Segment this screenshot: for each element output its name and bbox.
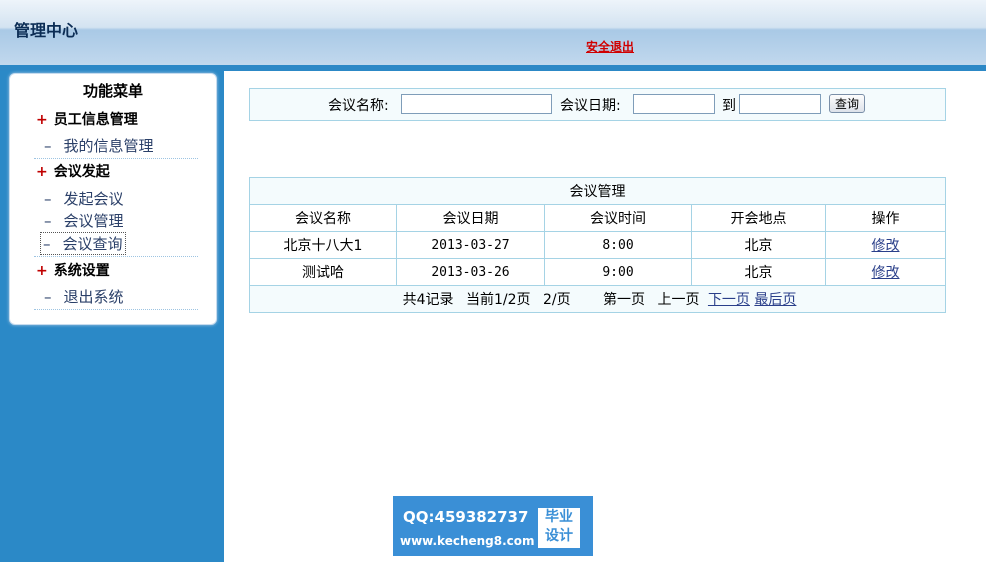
menu-group-label: 员工信息管理 (53, 112, 138, 128)
menu-divider (34, 309, 198, 310)
dash-icon: – (44, 212, 52, 230)
header-bar: 管理中心 安全退出 (0, 0, 986, 65)
column-header: 操作 (825, 204, 946, 232)
pager: 共4记录 当前1/2页 2/页 第一页 上一页 下一页 最后页 (249, 285, 946, 313)
table-caption: 会议管理 (249, 177, 946, 205)
prev-page-text: 上一页 (657, 292, 700, 308)
meeting-date-cell: 2013-03-27 (396, 231, 545, 259)
menu-item-meeting-manage[interactable]: – 会议管理 (44, 210, 124, 231)
meeting-table: 会议管理 会议名称 会议日期 会议时间 开会地点 操作 北京十八大1 2013-… (249, 177, 946, 313)
pager-row: 共4记录 当前1/2页 2/页 第一页 上一页 下一页 最后页 (249, 285, 946, 313)
plus-icon: + (36, 263, 48, 279)
watermark-qq: QQ:459382737 (403, 508, 529, 526)
menu-item-label: 会议管理 (63, 212, 124, 230)
search-bar: 会议名称: 会议日期: 到 查询 (249, 88, 946, 121)
query-button[interactable]: 查询 (829, 94, 865, 113)
last-page-link[interactable]: 最后页 (754, 292, 796, 308)
menu-item-label: 会议查询 (62, 235, 123, 253)
watermark-banner: QQ:459382737 www.kecheng8.com 毕业 设计 (393, 496, 593, 556)
page-size: 2/页 (542, 292, 571, 308)
menu-group-label: 系统设置 (53, 263, 110, 279)
action-cell: 修改 (825, 231, 946, 259)
meeting-date-cell: 2013-03-26 (396, 258, 545, 286)
watermark-seal: 毕业 设计 (538, 508, 580, 548)
edit-link[interactable]: 修改 (872, 265, 900, 281)
dash-icon: – (44, 190, 52, 208)
meeting-place-cell: 北京 (691, 258, 826, 286)
column-header: 会议时间 (544, 204, 692, 232)
first-page-text: 第一页 (603, 292, 646, 308)
meeting-name-cell: 测试哈 (249, 258, 397, 286)
app-title: 管理中心 (14, 21, 79, 40)
table-header-row: 会议名称 会议日期 会议时间 开会地点 操作 (249, 204, 946, 232)
date-to-label: 到 (722, 98, 736, 114)
menu-item-exit-system[interactable]: – 退出系统 (44, 286, 124, 307)
menu-group-employee-info[interactable]: + 员工信息管理 (36, 109, 138, 129)
menu-title: 功能菜单 (82, 82, 143, 100)
menu-item-my-info[interactable]: – 我的信息管理 (44, 135, 154, 156)
menu-group-meeting[interactable]: + 会议发起 (36, 161, 110, 181)
total-records: 共4记录 (402, 292, 454, 308)
table-row: 北京十八大1 2013-03-27 8:00 北京 修改 (249, 231, 946, 259)
menu-group-label: 会议发起 (53, 164, 110, 180)
plus-icon: + (36, 164, 48, 180)
column-header: 开会地点 (691, 204, 826, 232)
menu-item-meeting-query[interactable]: – 会议查询 (40, 232, 126, 255)
seal-line: 毕业 (545, 509, 573, 525)
date-from-input[interactable] (633, 94, 715, 114)
plus-icon: + (36, 112, 48, 128)
meeting-date-label: 会议日期: (560, 98, 621, 114)
menu-divider (34, 158, 198, 159)
dash-icon: – (44, 288, 52, 306)
dash-icon: – (44, 137, 52, 155)
action-cell: 修改 (825, 258, 946, 286)
meeting-name-label: 会议名称: (328, 98, 389, 114)
dash-icon: – (43, 235, 51, 253)
menu-group-system[interactable]: + 系统设置 (36, 260, 110, 280)
menu-item-start-meeting[interactable]: – 发起会议 (44, 188, 124, 209)
watermark-url: www.kecheng8.com (400, 534, 535, 548)
function-menu: 功能菜单 + 员工信息管理 – 我的信息管理 + 会议发起 – 发起会议 – 会议管理 –… (9, 73, 217, 325)
logout-link[interactable]: 安全退出 (586, 38, 634, 55)
column-header: 会议名称 (249, 204, 397, 232)
table-row: 测试哈 2013-03-26 9:00 北京 修改 (249, 258, 946, 286)
meeting-place-cell: 北京 (691, 231, 826, 259)
column-header: 会议日期 (396, 204, 545, 232)
sidebar: 功能菜单 + 员工信息管理 – 我的信息管理 + 会议发起 – 发起会议 – 会议管理 –… (0, 71, 224, 562)
meeting-name-cell: 北京十八大1 (249, 231, 397, 259)
menu-item-label: 发起会议 (63, 190, 124, 208)
edit-link[interactable]: 修改 (872, 238, 900, 254)
menu-item-label: 退出系统 (63, 288, 124, 306)
seal-line: 设计 (545, 528, 573, 544)
table-caption-row: 会议管理 (249, 177, 946, 205)
menu-divider (34, 256, 198, 257)
current-page: 当前1/2页 (465, 292, 531, 308)
next-page-link[interactable]: 下一页 (708, 292, 750, 308)
meeting-name-input[interactable] (401, 94, 552, 114)
meeting-time-cell: 8:00 (544, 231, 692, 259)
meeting-time-cell: 9:00 (544, 258, 692, 286)
date-to-input[interactable] (739, 94, 821, 114)
menu-item-label: 我的信息管理 (63, 137, 154, 155)
